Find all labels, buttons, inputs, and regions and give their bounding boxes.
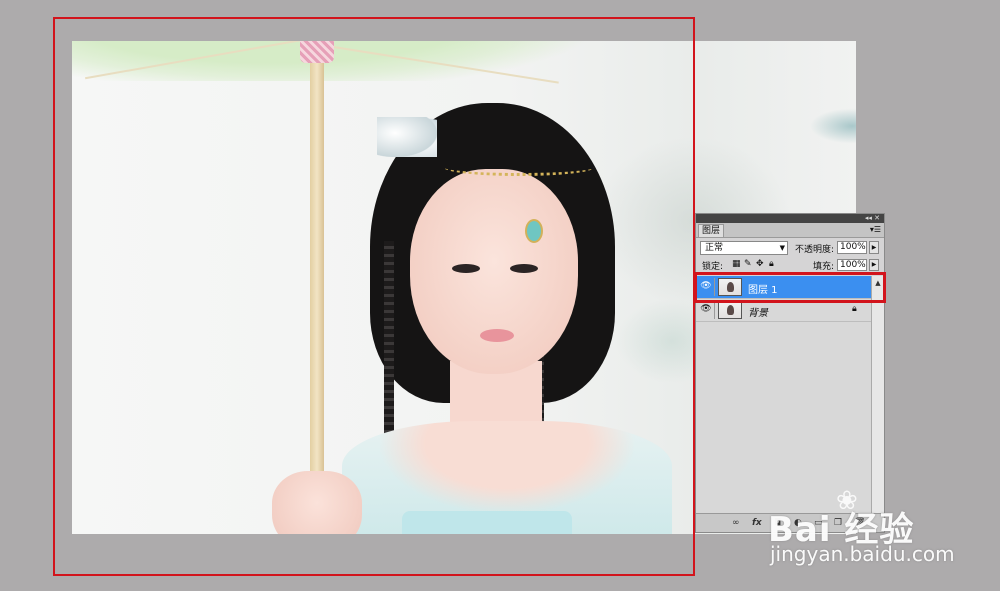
watermark-url: jingyan.baidu.com <box>770 542 955 566</box>
blend-mode-value: 正常 <box>705 243 724 253</box>
bodice <box>402 511 572 534</box>
left-eye <box>452 264 480 273</box>
parasol-handle <box>310 41 324 489</box>
opacity-label: 不透明度: <box>795 245 835 255</box>
eye-icon[interactable]: 👁︎ <box>700 304 712 315</box>
butterfly-hairpin <box>377 117 437 157</box>
link-icon[interactable]: ∞ <box>732 517 740 529</box>
baidu-watermark: ❀ Bai 经验 jingyan.baidu.com <box>768 486 988 580</box>
layers-list: 👁︎ 图层 1 👁︎ 背景 🔒︎ <box>696 276 871 514</box>
panel-menu-icon[interactable]: ▾☰ <box>870 224 881 236</box>
divider <box>714 301 715 319</box>
fx-icon[interactable]: fx <box>752 517 762 529</box>
layers-scrollbar[interactable]: ▲ <box>871 276 884 514</box>
right-eye <box>510 264 538 273</box>
lock-icon: 🔒︎ <box>852 304 857 314</box>
opacity-slider-button[interactable]: ▶ <box>869 241 879 254</box>
face <box>410 169 578 374</box>
layer-row-layer-1[interactable]: 👁︎ 图层 1 <box>696 276 871 299</box>
fill-label: 填充: <box>813 262 835 272</box>
chevron-down-icon: ▼ <box>779 244 785 252</box>
panel-collapse-close[interactable]: ◂◂ ✕ <box>865 214 880 222</box>
forehead-jewel <box>525 219 543 243</box>
fill-input[interactable]: 100% <box>837 259 867 271</box>
tiara <box>444 159 594 176</box>
layer-thumbnail <box>718 278 742 296</box>
lock-row: 锁定: ▦ ✎ ✥ 🔒︎ 填充: 100% ▶ <box>696 258 884 275</box>
blend-mode-select[interactable]: 正常 ▼ <box>700 241 788 255</box>
fill-slider-button[interactable]: ▶ <box>869 259 879 271</box>
parasol-top <box>300 41 334 63</box>
layer-name[interactable]: 背景 <box>748 304 768 319</box>
divider <box>714 278 715 296</box>
layer-name[interactable]: 图层 1 <box>748 281 778 296</box>
lips <box>480 329 514 342</box>
parasol-canopy <box>72 41 672 81</box>
lock-all-icon[interactable]: 🔒︎ <box>769 259 774 270</box>
layer-row-background[interactable]: 👁︎ 背景 🔒︎ <box>696 299 871 322</box>
scroll-up-icon[interactable]: ▲ <box>872 278 884 289</box>
lock-transparency-icon[interactable]: ▦ <box>732 259 741 270</box>
lock-position-move-icon[interactable]: ✥ <box>756 259 764 270</box>
panel-tab-row: 图层 ▾☰ <box>696 223 884 238</box>
blend-row: 正常 ▼ 不透明度: 100% ▶ <box>696 238 884 258</box>
panel-title-bar[interactable]: ◂◂ ✕ <box>696 214 884 223</box>
opacity-input[interactable]: 100% <box>837 241 867 254</box>
lock-label: 锁定: <box>702 262 724 272</box>
tab-layers[interactable]: 图层 <box>698 224 725 237</box>
layers-panel: ◂◂ ✕ 图层 ▾☰ 正常 ▼ 不透明度: 100% ▶ 锁定: ▦ ✎ ✥ 🔒… <box>695 213 885 533</box>
hand <box>272 471 362 534</box>
lock-pixels-brush-icon[interactable]: ✎ <box>744 259 752 270</box>
eye-icon[interactable]: 👁︎ <box>700 281 712 292</box>
layer-thumbnail <box>718 301 742 319</box>
